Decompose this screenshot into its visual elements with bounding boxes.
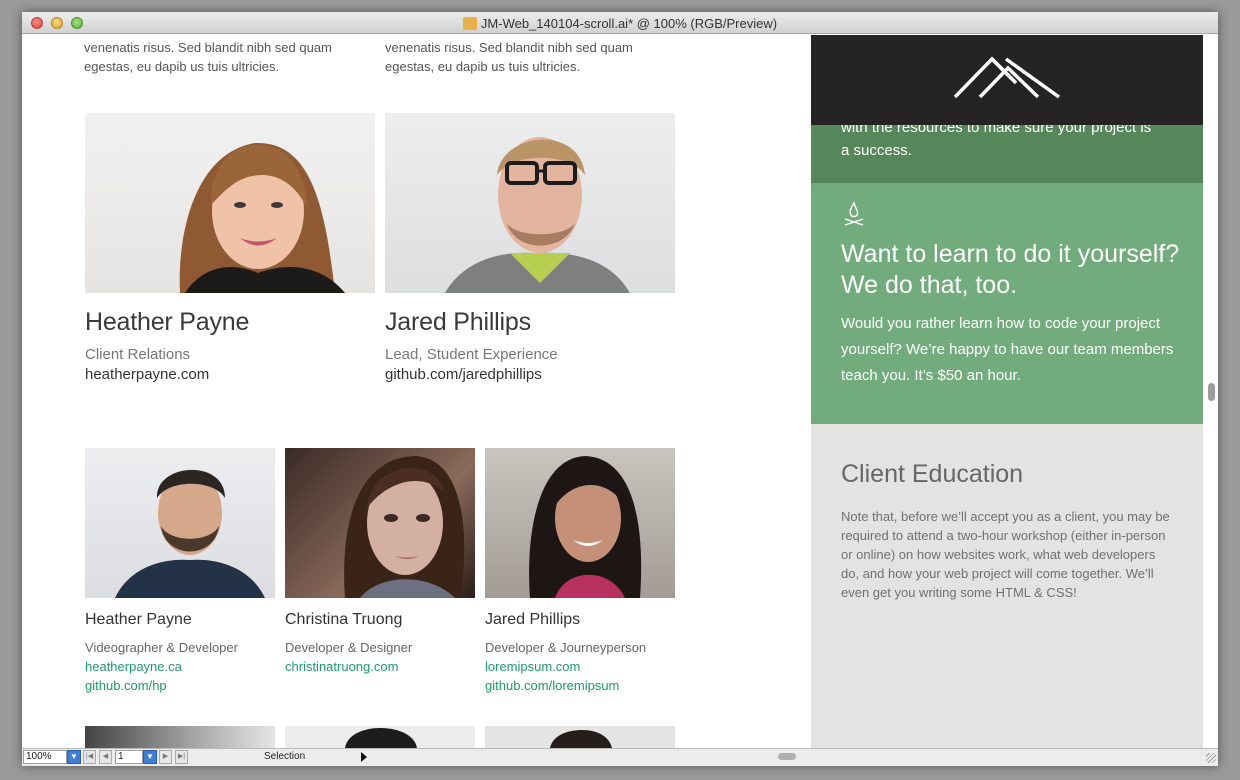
- lorem-paragraph-right: venenatis risus. Sed blandit nibh sed qu…: [385, 40, 633, 74]
- services-partial-text-2: a success.: [841, 142, 912, 159]
- team-link-3a[interactable]: loremipsum.com: [485, 659, 580, 674]
- team-link-3b[interactable]: github.com/loremipsum: [485, 678, 619, 693]
- previous-artboard-button[interactable]: ◀: [99, 750, 112, 764]
- artboard-canvas[interactable]: venenatis risus. Sed blandit nibh sed qu…: [22, 35, 1218, 748]
- photo-heather-payne-large: [85, 113, 375, 293]
- lorem-paragraph-left: venenatis risus. Sed blandit nibh sed qu…: [84, 40, 332, 74]
- team-name-3: Jared Phillips: [485, 611, 581, 628]
- photo-next-row-2: [285, 726, 475, 748]
- team-link-2a[interactable]: christinatruong.com: [285, 659, 398, 674]
- team-column: venenatis risus. Sed blandit nibh sed qu…: [22, 35, 811, 748]
- vertical-scroll-thumb[interactable]: [1208, 383, 1215, 401]
- horizontal-scroll-thumb[interactable]: [778, 753, 796, 760]
- team-role-2: Developer & Designer: [285, 640, 413, 655]
- team-role-3: Developer & Journeyperson: [485, 640, 647, 655]
- artboard-dropdown-button[interactable]: ▼: [143, 750, 157, 764]
- featured-name-2: Jared Phillips: [385, 308, 531, 336]
- client-education-body: Note that, before we’ll accept you as a …: [841, 509, 1170, 600]
- featured-role-1: Client Relations: [85, 346, 191, 363]
- photo-jared-phillips-small: [485, 448, 675, 598]
- photo-christina-truong: [285, 448, 475, 598]
- next-artboard-button[interactable]: ▶: [159, 750, 172, 764]
- team-link-1b[interactable]: github.com/hp: [85, 678, 167, 693]
- team-role-1: Videographer & Developer: [85, 640, 238, 655]
- logo-header-band: [811, 35, 1203, 125]
- window-title-text: JM-Web_140104-scroll.ai* @ 100% (RGB/Pre…: [480, 16, 778, 31]
- vertical-scrollbar[interactable]: [1203, 35, 1218, 748]
- title-bar[interactable]: JM-Web_140104-scroll.ai* @ 100% (RGB/Pre…: [22, 12, 1218, 34]
- team-name-1: Heather Payne: [85, 611, 192, 628]
- services-section-dark: with the resources to make sure your pro…: [811, 119, 1203, 183]
- team-name-2: Christina Truong: [285, 611, 403, 628]
- current-tool-label: Selection: [264, 751, 306, 762]
- team-link-1a[interactable]: heatherpayne.ca: [85, 659, 182, 674]
- illustrator-document-window: JM-Web_140104-scroll.ai* @ 100% (RGB/Pre…: [22, 12, 1218, 766]
- photo-jared-phillips-large: [385, 113, 675, 293]
- featured-role-2: Lead, Student Experience: [385, 346, 558, 363]
- mountains-logo-icon[interactable]: [952, 55, 1062, 100]
- diy-section: Want to learn to do it yourself? We do t…: [811, 183, 1203, 424]
- zoom-level-field[interactable]: 100%: [23, 750, 67, 764]
- campfire-icon: [844, 201, 864, 226]
- diy-heading: Want to learn to do it yourself? We do t…: [841, 240, 1180, 299]
- resize-grip-icon[interactable]: [1206, 753, 1216, 763]
- ai-document-icon: [462, 17, 477, 30]
- photo-next-row-3: [485, 726, 675, 748]
- status-bar: 100% ▼ |◀ ◀ 1 ▼ ▶ ▶| Selection: [22, 748, 1218, 766]
- artboard-number-field[interactable]: 1: [115, 750, 143, 764]
- first-artboard-button[interactable]: |◀: [83, 750, 96, 764]
- diy-body: Would you rather learn how to code your …: [841, 315, 1174, 384]
- services-sidebar: with the resources to make sure your pro…: [811, 35, 1203, 748]
- status-menu-arrow-icon[interactable]: [361, 752, 367, 762]
- featured-link-2[interactable]: github.com/jaredphillips: [385, 366, 542, 383]
- featured-name-1: Heather Payne: [85, 308, 250, 336]
- window-title: JM-Web_140104-scroll.ai* @ 100% (RGB/Pre…: [22, 16, 1218, 31]
- photo-next-row-1: [85, 726, 275, 748]
- last-artboard-button[interactable]: ▶|: [175, 750, 188, 764]
- zoom-dropdown-button[interactable]: ▼: [67, 750, 81, 764]
- photo-heather-payne-small: [85, 448, 275, 598]
- featured-link-1[interactable]: heatherpayne.com: [85, 366, 209, 383]
- client-education-heading: Client Education: [841, 460, 1024, 488]
